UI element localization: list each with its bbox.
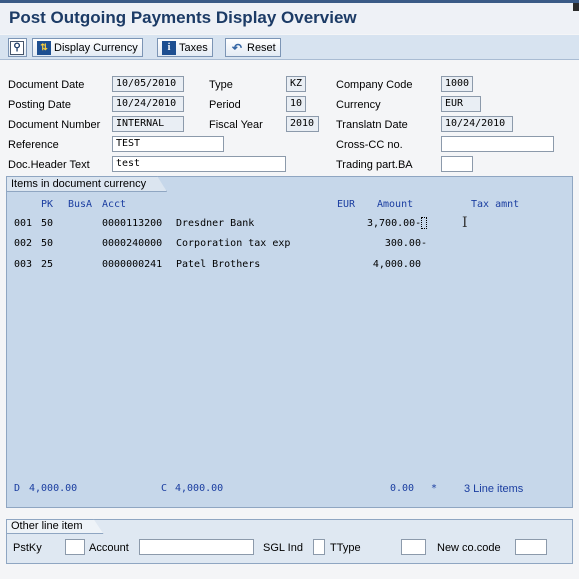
reset-label: Reset: [247, 41, 276, 54]
cross-cc-field[interactable]: [441, 136, 554, 152]
text-cursor: [421, 217, 427, 229]
row-name[interactable]: Dresdner Bank: [176, 218, 254, 229]
display-currency-label: Display Currency: [54, 41, 138, 54]
trading-part-label: Trading part.BA: [336, 159, 413, 171]
taxes-button[interactable]: i Taxes: [157, 38, 213, 57]
row-pk[interactable]: 50: [41, 238, 53, 249]
row-name[interactable]: Corporation tax exp: [176, 238, 290, 249]
period-label: Period: [209, 99, 241, 111]
display-currency-button[interactable]: ⇅ Display Currency: [32, 38, 143, 57]
ttype-label: TType: [330, 542, 361, 554]
document-number-label: Document Number: [8, 119, 101, 131]
row-acct[interactable]: 0000000241: [102, 259, 162, 270]
row-acct[interactable]: 0000240000: [102, 238, 162, 249]
credit-label: C: [161, 483, 168, 494]
window-corner: [573, 3, 579, 11]
row-amount[interactable]: 3,700.00-: [367, 218, 421, 229]
line-items-count: 3 Line items: [464, 483, 524, 495]
ttype-field[interactable]: [401, 539, 426, 555]
row-line[interactable]: 001: [14, 218, 32, 229]
type-field: KZ: [286, 76, 306, 92]
balance: 0.00: [390, 483, 415, 494]
posting-date-label: Posting Date: [8, 99, 71, 111]
company-code-label: Company Code: [336, 79, 413, 91]
info-icon: i: [162, 40, 176, 55]
application-toolbar: ⚲ ⇅ Display Currency i Taxes ↶ Reset: [0, 35, 579, 60]
detail-view-button[interactable]: ⚲: [8, 38, 27, 57]
currency-field: EUR: [441, 96, 481, 112]
currency-label: Currency: [336, 99, 381, 111]
new-co-code-label: New co.code: [437, 542, 501, 554]
company-code-field: 1000: [441, 76, 473, 92]
row-pk[interactable]: 50: [41, 218, 53, 229]
items-tab: Items in document currency: [6, 176, 167, 192]
currency-icon: ⇅: [37, 40, 51, 55]
row-pk[interactable]: 25: [41, 259, 53, 270]
account-label: Account: [89, 542, 129, 554]
col-tax: Tax amnt: [471, 199, 520, 210]
reference-field[interactable]: TEST: [112, 136, 224, 152]
new-co-code-field[interactable]: [515, 539, 547, 555]
col-busa: BusA: [68, 199, 93, 210]
fiscal-year-label: Fiscal Year: [209, 119, 263, 131]
col-pk: PK: [41, 199, 54, 210]
debit-total: 4,000.00: [29, 483, 78, 494]
credit-total: 4,000.00: [175, 483, 224, 494]
page-title: Post Outgoing Payments Display Overview: [9, 8, 357, 27]
row-line[interactable]: 002: [14, 238, 32, 249]
translatn-date-label: Translatn Date: [336, 119, 408, 131]
taxes-label: Taxes: [179, 41, 208, 54]
period-field: 10: [286, 96, 306, 112]
document-date-label: Document Date: [8, 79, 85, 91]
document-number-field: INTERNAL: [112, 116, 184, 132]
col-eur: EUR: [337, 199, 356, 210]
title-bar: Post Outgoing Payments Display Overview: [0, 0, 579, 34]
document-date-field: 10/05/2010: [112, 76, 184, 92]
other-line-item-tab: Other line item: [6, 519, 104, 534]
translatn-date-field: 10/24/2010: [441, 116, 513, 132]
balance-marker: *: [431, 483, 438, 494]
sgl-ind-label: SGL Ind: [263, 542, 303, 554]
account-field[interactable]: [139, 539, 254, 555]
row-acct[interactable]: 0000113200: [102, 218, 162, 229]
row-amount[interactable]: 300.00-: [367, 238, 427, 249]
trading-part-field[interactable]: [441, 156, 473, 172]
ibeam-cursor-icon: I: [462, 215, 468, 231]
sgl-ind-field[interactable]: [313, 539, 325, 555]
row-line[interactable]: 003: [14, 259, 32, 270]
fiscal-year-field: 2010: [286, 116, 319, 132]
col-acct: Acct: [102, 199, 127, 210]
reset-icon: ↶: [231, 40, 243, 55]
doc-header-text-field[interactable]: test: [112, 156, 286, 172]
reset-button[interactable]: ↶ Reset: [225, 38, 281, 57]
pstky-label: PstKy: [13, 542, 42, 554]
items-table: Items in document currency: [6, 176, 573, 508]
type-label: Type: [209, 79, 233, 91]
col-amount: Amount: [377, 199, 414, 210]
cross-cc-label: Cross-CC no.: [336, 139, 403, 151]
row-name[interactable]: Patel Brothers: [176, 259, 260, 270]
magnifier-icon: ⚲: [10, 40, 24, 55]
doc-header-text-label: Doc.Header Text: [8, 159, 90, 171]
reference-label: Reference: [8, 139, 59, 151]
debit-label: D: [14, 483, 21, 494]
posting-date-field: 10/24/2010: [112, 96, 184, 112]
pstky-field[interactable]: [65, 539, 85, 555]
row-amount[interactable]: 4,000.00: [367, 259, 421, 270]
